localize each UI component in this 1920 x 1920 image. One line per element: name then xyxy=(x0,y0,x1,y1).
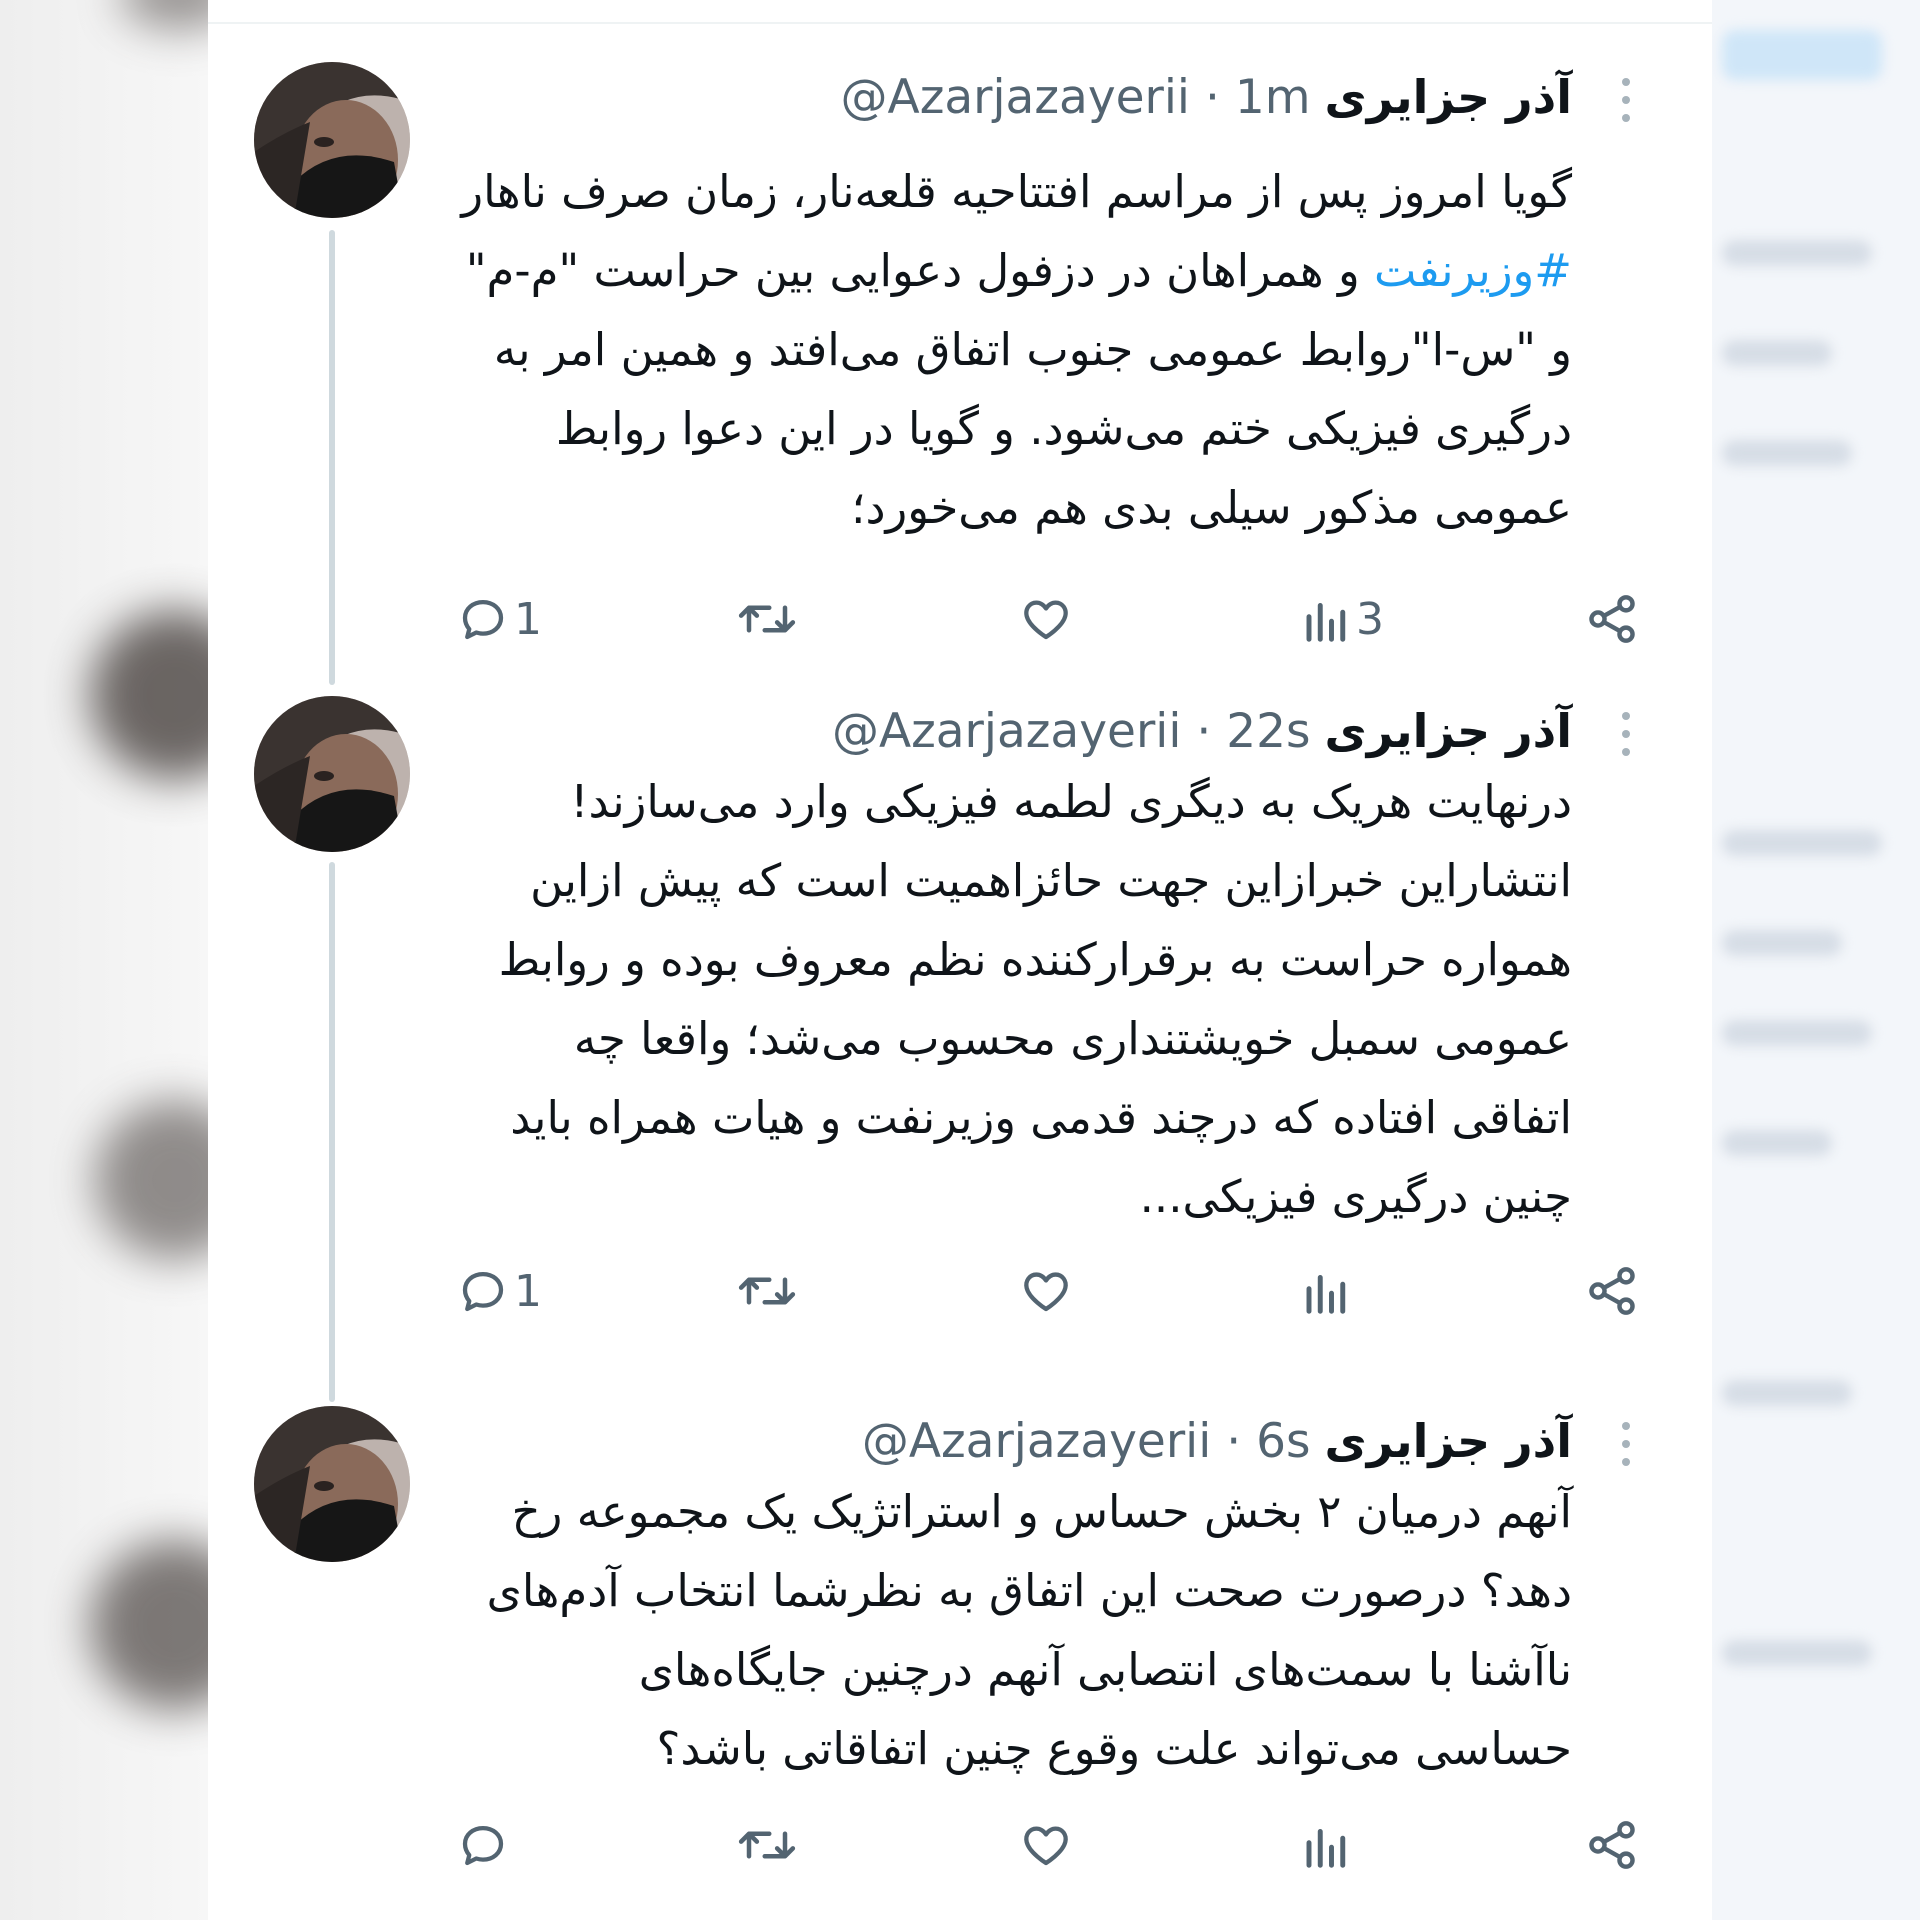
author-name[interactable]: آذر جزایری xyxy=(1325,70,1572,124)
more-options-icon[interactable] xyxy=(1614,704,1638,764)
share-icon xyxy=(1589,1821,1635,1869)
tweet-actions: 1 xyxy=(456,1256,1636,1326)
tweet-line: عمومی مذکور سیلی بدی هم می‌خورد؛ xyxy=(851,481,1572,534)
share-icon xyxy=(1589,595,1635,643)
tweet-line: #وزیرنفت و همراهان در دزفول دعوایی بین ح… xyxy=(465,244,1572,297)
more-options-icon[interactable] xyxy=(1614,70,1638,130)
separator: · xyxy=(1204,69,1220,125)
author-handle[interactable]: @Azarjazayerii xyxy=(841,70,1190,125)
tweet-line: همواره حراست به برقرارکننده نظم معروف بو… xyxy=(498,933,1572,986)
tweet-actions xyxy=(456,1810,1636,1880)
separator: · xyxy=(1196,703,1212,759)
tweet-time[interactable]: 1m xyxy=(1235,70,1311,125)
share-button[interactable] xyxy=(1584,1256,1640,1326)
tweet-time[interactable]: 6s xyxy=(1256,1414,1310,1469)
separator: · xyxy=(1226,1413,1242,1469)
tweet-line: آنهم درمیان ۲ بخش حساس و استراتژیک یک مج… xyxy=(511,1485,1572,1538)
handle-and-time: @Azarjazayerii · 22s xyxy=(832,704,1311,759)
tweet-header: آذر جزایری @Azarjazayerii · 1m xyxy=(841,62,1572,132)
reply-count: 1 xyxy=(514,1265,542,1317)
more-options-icon[interactable] xyxy=(1614,1414,1638,1474)
author-name[interactable]: آذر جزایری xyxy=(1325,1414,1572,1468)
tweet-line: درنهایت هریک به دیگری لطمه فیزیکی وارد م… xyxy=(570,775,1572,828)
share-icon xyxy=(1589,1267,1635,1315)
thread-connector-line xyxy=(329,230,335,685)
reply-icon xyxy=(462,1271,504,1312)
share-button[interactable] xyxy=(1584,584,1640,654)
like-button[interactable] xyxy=(1018,1256,1078,1326)
tweet-line: دهد؟ درصورت صحت این اتفاق به نظرشما انتخ… xyxy=(486,1564,1572,1617)
tweet-text: آنهم درمیان ۲ بخش حساس و استراتژیک یک مج… xyxy=(392,1472,1572,1788)
heart-icon xyxy=(1024,600,1068,640)
avatar[interactable] xyxy=(254,1406,410,1562)
like-button[interactable] xyxy=(1018,1810,1078,1880)
reply-button[interactable]: 1 xyxy=(456,584,542,654)
tweet-line: چنین درگیری فیزیکی... xyxy=(1139,1170,1572,1223)
views-button[interactable] xyxy=(1302,1256,1356,1326)
views-icon xyxy=(1306,1829,1346,1868)
handle-and-time: @Azarjazayerii · 1m xyxy=(841,70,1311,125)
author-handle[interactable]: @Azarjazayerii xyxy=(832,704,1181,759)
author-handle[interactable]: @Azarjazayerii xyxy=(862,1414,1211,1469)
tweet-line: عمومی سمبل خویشتنداری محسوب می‌شد؛ واقعا… xyxy=(573,1012,1572,1065)
hashtag-link[interactable]: #وزیرنفت xyxy=(1374,244,1572,297)
views-button[interactable]: 3 xyxy=(1302,584,1384,654)
tweet-thread-card: آذر جزایری @Azarjazayerii · 1m گویا امرو… xyxy=(208,0,1712,1920)
thread-connector-line xyxy=(329,862,335,1402)
reply-count: 1 xyxy=(514,593,542,645)
views-button[interactable] xyxy=(1302,1810,1356,1880)
avatar[interactable] xyxy=(254,696,410,852)
author-name[interactable]: آذر جزایری xyxy=(1325,704,1572,758)
tweet-actions: 1 3 xyxy=(456,584,1636,654)
tweet-line: گویا امروز پس از مراسم افتتاحیه قلعه‌نار… xyxy=(461,165,1572,218)
tweet-text: گویا امروز پس از مراسم افتتاحیه قلعه‌نار… xyxy=(392,152,1572,547)
heart-icon xyxy=(1024,1826,1068,1866)
views-icon xyxy=(1306,603,1346,642)
retweet-button[interactable] xyxy=(734,584,804,654)
heart-icon xyxy=(1024,1272,1068,1312)
views-icon xyxy=(1306,1275,1346,1314)
tweet-line: انتشاراین خبرازاین جهت حائزاهمیت است که … xyxy=(530,854,1572,907)
like-button[interactable] xyxy=(1018,584,1078,654)
reply-button[interactable] xyxy=(456,1810,514,1880)
retweet-button[interactable] xyxy=(734,1810,804,1880)
tweet-line: حساسی می‌تواند علت وقوع چنین اتفاقاتی با… xyxy=(656,1722,1572,1775)
tweet-line: درگیری فیزیکی ختم می‌شود. و گویا در این … xyxy=(555,402,1572,455)
avatar[interactable] xyxy=(254,62,410,218)
tweet-time[interactable]: 22s xyxy=(1226,704,1310,759)
divider xyxy=(208,22,1712,24)
reply-icon xyxy=(462,1825,504,1866)
reply-button[interactable]: 1 xyxy=(456,1256,542,1326)
tweet-text: درنهایت هریک به دیگری لطمه فیزیکی وارد م… xyxy=(392,762,1572,1236)
handle-and-time: @Azarjazayerii · 6s xyxy=(862,1414,1311,1469)
retweet-icon xyxy=(738,605,796,633)
retweet-icon xyxy=(738,1277,796,1305)
background-right xyxy=(1712,0,1920,1920)
tweet-header: آذر جزایری @Azarjazayerii · 6s xyxy=(862,1406,1572,1476)
tweet-line: و "س-ا"روابط عمومی جنوب اتفاق می‌افتد و … xyxy=(493,323,1572,376)
views-count: 3 xyxy=(1356,593,1384,645)
retweet-icon xyxy=(738,1831,796,1859)
tweet-header: آذر جزایری @Azarjazayerii · 22s xyxy=(832,696,1572,766)
share-button[interactable] xyxy=(1584,1810,1640,1880)
retweet-button[interactable] xyxy=(734,1256,804,1326)
tweet-line: اتفاقی افتاده که درچند قدمی وزیرنفت و هی… xyxy=(510,1091,1572,1144)
reply-icon xyxy=(462,599,504,640)
tweet-line: ناآشنا با سمت‌های انتصابی آنهم درچنین جا… xyxy=(638,1643,1572,1696)
